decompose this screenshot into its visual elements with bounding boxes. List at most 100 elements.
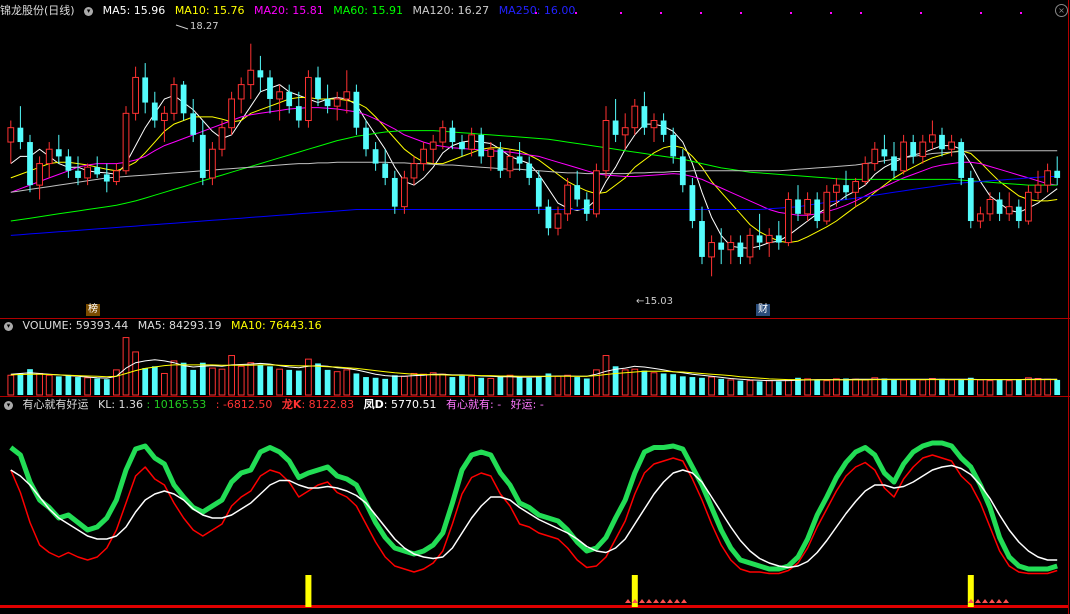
volume-bar xyxy=(170,360,178,396)
candle-body xyxy=(468,134,475,150)
volume-bar xyxy=(228,355,235,396)
candle-body xyxy=(363,127,369,150)
candle-body xyxy=(161,112,168,122)
volume-bar xyxy=(737,380,744,395)
volume-bar xyxy=(765,380,773,396)
volume-bar xyxy=(689,377,696,395)
volume-bar xyxy=(1054,379,1061,395)
candle-body xyxy=(65,156,72,171)
candle-body xyxy=(84,166,91,179)
volume-bar xyxy=(190,369,197,395)
signal-arrow xyxy=(646,599,652,603)
candle-body xyxy=(852,181,859,193)
candle-body xyxy=(765,234,773,244)
bottom-baseline xyxy=(0,605,1068,608)
candle-body xyxy=(75,170,81,178)
candle-body xyxy=(756,235,763,243)
volume-bar xyxy=(315,363,321,395)
volume-bar xyxy=(276,368,283,396)
volume-bar xyxy=(237,365,245,396)
volume-bar xyxy=(353,373,360,395)
candle-body xyxy=(660,120,667,135)
volume-bar xyxy=(113,369,120,396)
candle-body xyxy=(526,163,533,178)
volume-bar xyxy=(602,355,610,396)
volume-bar xyxy=(161,372,168,396)
candle-body xyxy=(708,242,715,258)
candle-body xyxy=(670,134,677,157)
top-dot xyxy=(535,12,537,14)
candle-body xyxy=(382,163,389,178)
volume-bar xyxy=(142,368,149,395)
volume-bar xyxy=(459,375,465,395)
volume-bar xyxy=(554,375,562,396)
volume-bar xyxy=(382,378,389,395)
candle-body xyxy=(247,69,255,86)
cai-marker[interactable]: 财 xyxy=(756,304,770,316)
signal-arrow xyxy=(667,599,673,603)
volume-bar xyxy=(660,373,667,395)
volume-bar xyxy=(17,373,24,395)
candle-body xyxy=(833,184,840,193)
volume-bar xyxy=(891,379,897,395)
candle-body xyxy=(775,235,782,243)
volume-bar xyxy=(103,379,110,395)
volume-bar xyxy=(699,377,705,395)
candle-body xyxy=(180,84,187,114)
buy-signal-bar xyxy=(305,575,312,607)
volume-bar xyxy=(84,377,91,396)
candle-body xyxy=(449,127,456,143)
candle-body xyxy=(103,174,110,182)
volume-bar xyxy=(881,378,888,395)
volume-bar xyxy=(1034,377,1042,396)
volume-bar xyxy=(727,379,735,396)
top-dot xyxy=(700,12,702,14)
candle-body xyxy=(190,113,197,135)
volume-bar xyxy=(75,377,81,395)
volume-bar xyxy=(526,377,533,395)
candle-body xyxy=(410,163,418,179)
volume-bar xyxy=(65,374,72,395)
candle-body xyxy=(574,185,581,200)
bang-marker[interactable]: 榜 xyxy=(86,304,100,316)
volume-bar xyxy=(823,380,831,396)
candle-body xyxy=(27,142,33,186)
volume-bar xyxy=(929,377,936,396)
high-price-label: 18.27 xyxy=(190,21,219,32)
candle-body xyxy=(583,199,590,214)
volume-bar xyxy=(151,366,158,395)
volume-bar xyxy=(564,374,571,396)
candle-body xyxy=(199,134,206,178)
signal-arrow xyxy=(1003,599,1009,603)
volume-bar xyxy=(305,358,312,396)
volume-bar xyxy=(814,379,821,395)
candle-body xyxy=(487,148,495,157)
volume-bar xyxy=(641,370,648,395)
volume-bar xyxy=(420,373,427,396)
candle-body xyxy=(929,134,936,143)
signal-arrow xyxy=(982,599,988,603)
candle-body xyxy=(209,148,216,179)
signal-arrow xyxy=(989,599,995,603)
volume-bar xyxy=(180,362,187,395)
candle-body xyxy=(881,149,888,157)
volume-bar xyxy=(670,374,677,395)
candle-body xyxy=(439,127,447,143)
candle-body xyxy=(353,91,360,128)
volume-bar xyxy=(986,380,994,396)
candle-body xyxy=(910,142,917,157)
volume-bar xyxy=(55,376,62,395)
candle-body xyxy=(564,184,571,215)
volume-bar xyxy=(506,374,514,396)
candle-body xyxy=(689,185,696,222)
candle-body xyxy=(891,156,897,171)
volume-bar xyxy=(650,372,658,396)
candle-body xyxy=(333,98,341,107)
ma250-line xyxy=(10,176,1058,236)
candle-body xyxy=(554,213,562,229)
candle-body xyxy=(593,170,600,215)
candle-body xyxy=(305,76,312,122)
volume-bar xyxy=(439,373,447,396)
volume-bar xyxy=(967,377,974,395)
volume-bar xyxy=(218,368,226,396)
